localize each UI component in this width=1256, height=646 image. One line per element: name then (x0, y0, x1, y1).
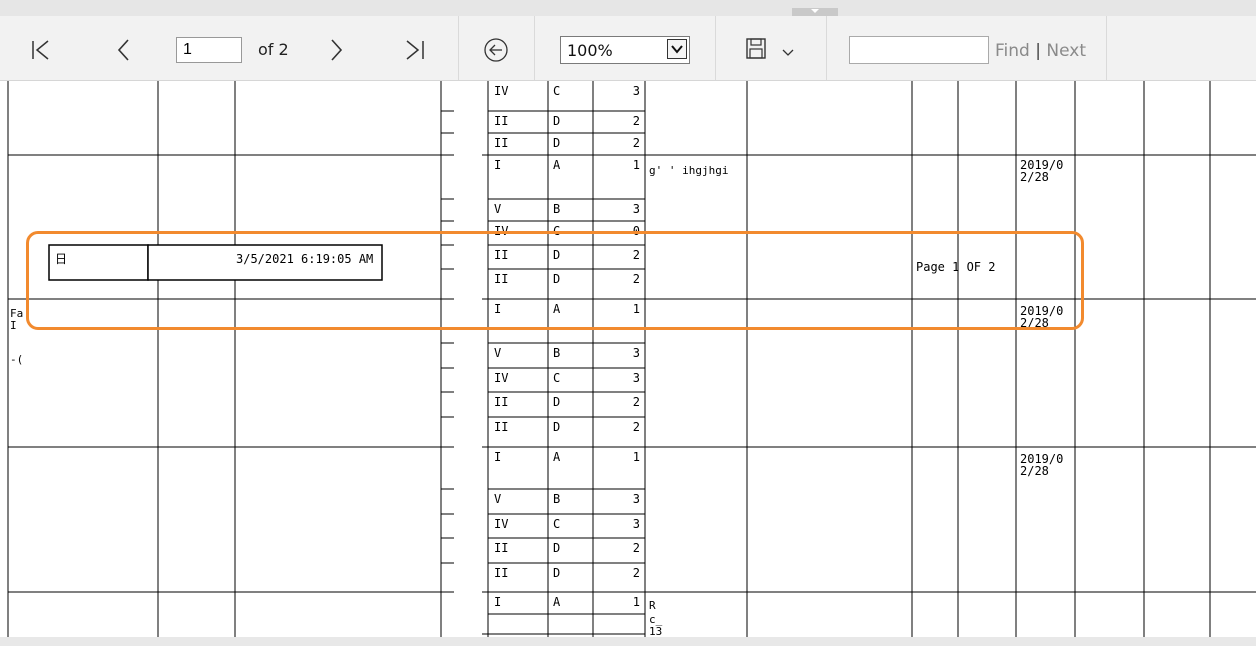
find-input[interactable] (849, 36, 989, 64)
grade-roman: I (494, 450, 501, 464)
grade-number: 2 (633, 395, 640, 409)
grade-number: 2 (633, 541, 640, 555)
back-arrow-icon[interactable] (483, 37, 509, 63)
chevron-down-icon (811, 9, 819, 13)
bottom-scrollbar[interactable] (0, 637, 1256, 646)
grade-letter: D (553, 114, 560, 128)
grade-roman: I (494, 595, 501, 609)
grade-number: 3 (633, 346, 640, 360)
grade-letter: A (553, 450, 561, 464)
last-page-icon[interactable] (404, 38, 428, 62)
grade-roman: II (494, 136, 508, 150)
grade-roman: I (494, 158, 501, 172)
highlight-annotation (26, 231, 1084, 330)
grade-number: 3 (633, 371, 640, 385)
chevron-down-icon[interactable] (667, 39, 687, 59)
page-number-input[interactable] (176, 37, 242, 63)
toolbar-collapse-grip[interactable] (792, 8, 838, 16)
grade-rows: IV C 3II D 2II D 2I A 1V B 3IV C 0II D 2II D 2I A 1V B 3IV C 3… (488, 84, 645, 615)
left-fragment-text: I (10, 319, 17, 332)
toolbar-separator (1106, 16, 1107, 80)
grade-letter: B (553, 202, 560, 216)
grade-number: 3 (633, 84, 640, 98)
grade-roman: IV (494, 84, 508, 98)
grade-number: 3 (633, 492, 640, 506)
find-next-links: Find | Next (995, 41, 1086, 61)
grade-letter: B (553, 492, 560, 506)
date-text: 2/28 (1020, 464, 1049, 478)
toolbar-separator (458, 16, 459, 80)
grade-letter: D (553, 395, 560, 409)
zoom-select[interactable]: 100% (560, 36, 690, 64)
grade-letter: D (553, 566, 560, 580)
grade-roman: IV (494, 371, 508, 385)
grade-roman: V (494, 492, 501, 506)
grade-number: 2 (633, 136, 640, 150)
grade-number: 2 (633, 566, 640, 580)
left-fragment-text: -( (10, 353, 23, 366)
grade-letter: C (553, 84, 560, 98)
grade-letter: D (553, 541, 560, 555)
grade-number: 1 (633, 158, 640, 172)
grade-number: 3 (633, 202, 640, 216)
left-grid (7, 81, 454, 637)
next-link[interactable]: Next (1046, 41, 1086, 61)
grade-number: 1 (633, 595, 640, 609)
grade-roman: IV (494, 517, 508, 531)
grade-roman: V (494, 202, 501, 216)
grade-letter: C (553, 517, 560, 531)
grade-roman: II (494, 114, 508, 128)
page-count-label: of 2 (258, 40, 289, 59)
grade-roman: V (494, 346, 501, 360)
grade-letter: C (553, 371, 560, 385)
grade-letter: B (553, 346, 560, 360)
grade-roman: II (494, 395, 508, 409)
grade-roman: II (494, 566, 508, 580)
grade-letter: D (553, 136, 560, 150)
find-separator: | (1035, 41, 1041, 61)
first-page-icon[interactable] (30, 38, 52, 62)
grade-number: 1 (633, 450, 640, 464)
toolbar-separator (534, 16, 535, 80)
grade-roman: II (494, 541, 508, 555)
grade-letter: A (553, 595, 561, 609)
row-note: 13 (649, 625, 662, 637)
date-text: 2/28 (1020, 170, 1049, 184)
window-top-strip (0, 0, 1256, 16)
next-page-icon[interactable] (327, 38, 347, 62)
grade-number: 3 (633, 517, 640, 531)
grade-roman: II (494, 420, 508, 434)
grade-number: 2 (633, 420, 640, 434)
row-note: g' ' ihgjhgi (649, 164, 728, 177)
toolbar-separator (826, 16, 827, 80)
zoom-value: 100% (567, 41, 613, 60)
grade-letter: D (553, 420, 560, 434)
save-icon[interactable] (745, 37, 767, 61)
right-grid (482, 81, 1256, 637)
page-gap (454, 81, 482, 637)
chevron-down-icon[interactable] (781, 48, 795, 58)
grade-letter: A (553, 158, 561, 172)
report-viewport[interactable]: IV C 3 II D 2 II D 2 I A 1 V B 3 IV C 0 II D 2 II D 2 I A 1 V B 3 IV C 3… (0, 81, 1256, 637)
grade-number: 2 (633, 114, 640, 128)
previous-page-icon[interactable] (114, 38, 134, 62)
report-page: IV C 3II D 2II D 2I A 1V B 3IV C 0II D 2II D 2I A 1V B 3IV C 3… (7, 81, 1256, 637)
find-link[interactable]: Find (995, 41, 1030, 61)
row-note: R (649, 599, 656, 612)
toolbar-separator (715, 16, 716, 80)
